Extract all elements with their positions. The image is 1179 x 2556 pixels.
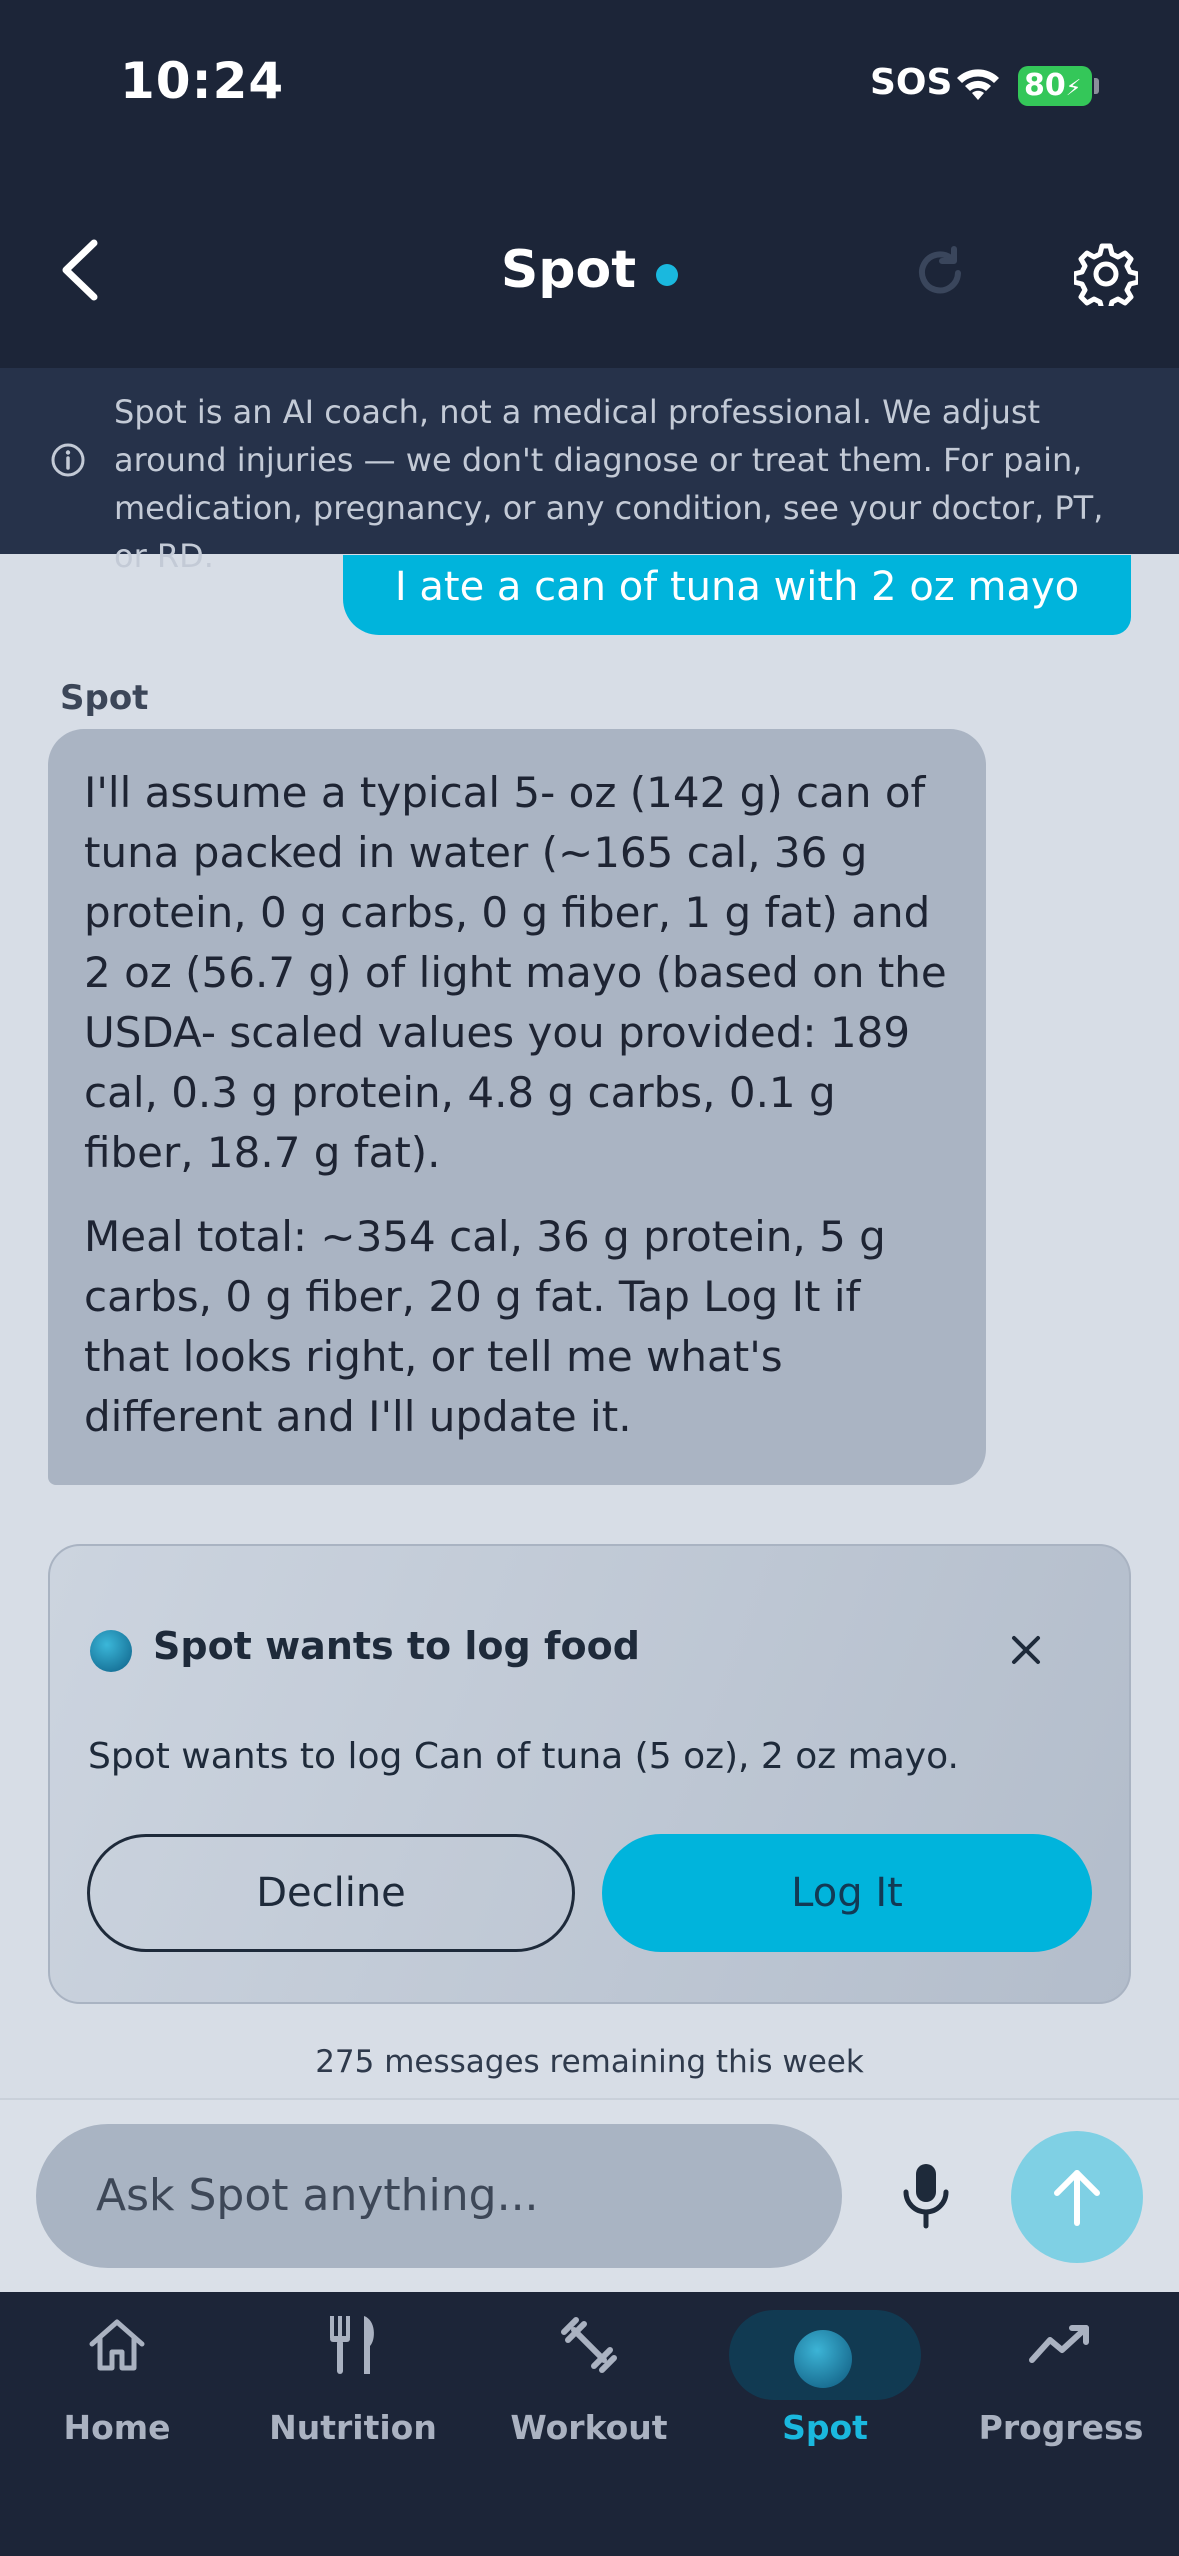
home-icon	[89, 2319, 145, 2371]
battery-indicator: 80⚡	[1018, 66, 1092, 106]
gear-icon[interactable]	[1074, 242, 1138, 306]
disclaimer-text: Spot is an AI coach, not a medical profe…	[114, 393, 1104, 575]
nav-label-progress: Progress	[978, 2408, 1144, 2447]
log-it-button[interactable]: Log It	[602, 1834, 1092, 1952]
messages-remaining: 275 messages remaining this week	[315, 2044, 864, 2080]
wifi-icon	[957, 69, 999, 100]
header-title-wrap: Spot	[0, 240, 1179, 300]
online-status-dot	[656, 263, 679, 286]
close-icon[interactable]	[1006, 1630, 1046, 1670]
assistant-message-bubble: I'll assume a typical 5- oz (142 g) can …	[48, 729, 986, 1485]
nav-item-home[interactable]: Home	[17, 2310, 217, 2447]
nav-item-spot[interactable]: Spot	[725, 2310, 925, 2447]
arrow-up-icon	[1054, 2170, 1100, 2226]
sos-indicator: SOS	[870, 62, 953, 103]
microphone-icon[interactable]	[896, 2160, 956, 2230]
decline-button[interactable]: Decline	[87, 1834, 575, 1952]
nav-item-progress[interactable]: Progress	[961, 2310, 1161, 2447]
log-card-title: Spot wants to log food	[153, 1624, 640, 1668]
status-time: 10:24	[120, 52, 285, 110]
refresh-icon[interactable]	[912, 245, 968, 301]
nav-item-nutrition[interactable]: Nutrition	[253, 2310, 453, 2447]
nav-label-spot: Spot	[782, 2408, 868, 2447]
dumbbell-icon	[561, 2317, 617, 2373]
info-icon	[51, 443, 85, 477]
nav-label-workout: Workout	[510, 2408, 668, 2447]
nav-label-home: Home	[63, 2408, 171, 2447]
page-title: Spot	[500, 240, 637, 300]
nav-spot-spacer	[790, 2310, 860, 2380]
assistant-paragraph: I'll assume a typical 5- oz (142 g) can …	[84, 768, 947, 1177]
battery-tip	[1094, 78, 1099, 94]
chat-input[interactable]: Ask Spot anything...	[36, 2124, 842, 2268]
send-button[interactable]	[1011, 2131, 1143, 2263]
nav-label-nutrition: Nutrition	[269, 2408, 437, 2447]
trend-icon	[1029, 2325, 1089, 2363]
log-card-message: Spot wants to log Can of tuna (5 oz), 2 …	[88, 1736, 959, 1777]
assistant-paragraph: Meal total: ~354 cal, 36 g protein, 5 g …	[84, 1212, 886, 1441]
spot-logo-icon	[90, 1630, 132, 1672]
nav-item-workout[interactable]: Workout	[489, 2310, 689, 2447]
fork-knife-icon	[330, 2316, 374, 2374]
assistant-name-label: Spot	[60, 678, 149, 718]
user-message-bubble: I ate a can of tuna with 2 oz mayo	[343, 555, 1131, 635]
